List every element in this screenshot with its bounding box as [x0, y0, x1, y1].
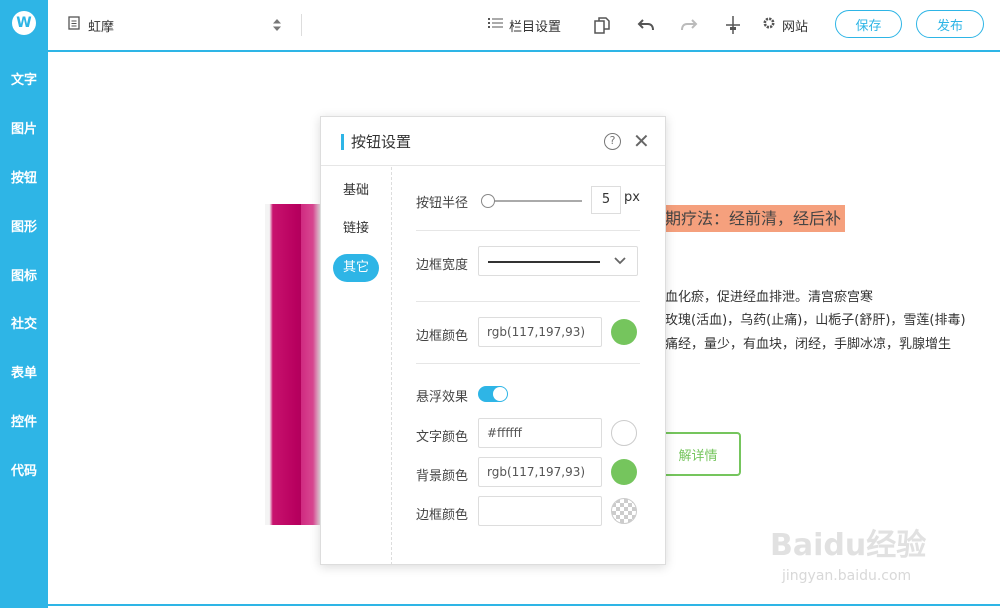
- top-toolbar: 虹摩 栏目设置 网站 保存 发布: [48, 0, 1000, 50]
- sidebar-item-button[interactable]: 按钮: [0, 167, 48, 191]
- bg-color-swatch[interactable]: [611, 459, 637, 485]
- border-width-select[interactable]: [478, 246, 638, 276]
- sidebar-item-control[interactable]: 控件: [0, 411, 48, 435]
- undo-icon[interactable]: [637, 0, 655, 50]
- sidebar-item-icon[interactable]: 图标: [0, 265, 48, 289]
- website-label: 网站: [782, 19, 809, 35]
- dialog-divider: [391, 167, 392, 565]
- tab-link[interactable]: 链接: [333, 215, 379, 243]
- tab-basic[interactable]: 基础: [333, 177, 379, 205]
- page-title: 虹摩: [88, 19, 115, 35]
- hover-border-color-input[interactable]: [478, 496, 602, 526]
- hover-effect-toggle[interactable]: [478, 386, 508, 402]
- website-button[interactable]: 网站: [762, 0, 808, 50]
- hover-effect-label: 悬浮效果: [416, 390, 469, 405]
- learn-more-button[interactable]: 解详情: [655, 432, 741, 476]
- solid-line-preview: [488, 261, 600, 263]
- content-line[interactable]: 痛经，量少，有血块，闭经，手脚冰凉，乳腺增生: [665, 333, 951, 352]
- dialog-header: 按钮设置 ? ✕: [321, 117, 665, 166]
- sidebar: W 文字 图片 按钮 图形 图标 社交 表单 控件 代码: [0, 0, 48, 608]
- text-color-swatch[interactable]: [611, 420, 637, 446]
- sidebar-item-image[interactable]: 图片: [0, 118, 48, 142]
- page-icon: [68, 16, 80, 34]
- separator: [416, 363, 640, 364]
- list-icon: [488, 17, 503, 33]
- copy-icon[interactable]: [594, 0, 610, 50]
- button-radius-label: 按钮半径: [416, 196, 469, 211]
- header-divider: [301, 14, 302, 36]
- tab-other[interactable]: 其它: [333, 254, 379, 282]
- column-settings-label: 栏目设置: [509, 19, 562, 35]
- border-width-label: 边框宽度: [416, 258, 469, 273]
- gear-icon: [762, 16, 776, 34]
- dialog-title: 按钮设置: [351, 133, 412, 151]
- chevron-down-icon: [613, 252, 627, 273]
- border-color-input[interactable]: rgb(117,197,93): [478, 317, 602, 347]
- title-accent-bar: [341, 134, 344, 150]
- watermark-logo: Baidu经验: [770, 528, 927, 563]
- separator: [416, 301, 640, 302]
- radius-input[interactable]: 5: [591, 186, 621, 214]
- watermark-url: jingyan.baidu.com: [782, 568, 912, 584]
- header-accent-line: [48, 50, 1000, 52]
- bg-color-label: 背景颜色: [416, 469, 469, 484]
- product-image[interactable]: [265, 204, 321, 525]
- sidebar-item-form[interactable]: 表单: [0, 362, 48, 386]
- radius-slider-thumb[interactable]: [481, 194, 495, 208]
- border-color-swatch[interactable]: [611, 319, 637, 345]
- radius-slider-track[interactable]: [484, 200, 582, 202]
- text-color-input[interactable]: #ffffff: [478, 418, 602, 448]
- sort-arrows-icon[interactable]: [272, 0, 282, 50]
- sidebar-item-code[interactable]: 代码: [0, 460, 48, 484]
- hover-border-color-label: 边框颜色: [416, 508, 469, 523]
- app-logo[interactable]: W: [12, 11, 36, 35]
- button-settings-dialog: 按钮设置 ? ✕ 基础 链接 其它 按钮半径 5 px 边框宽度 边框颜色 rg…: [320, 116, 666, 565]
- transparent-color-swatch[interactable]: [611, 498, 637, 524]
- content-headline[interactable]: 期疗法：经前清，经后补: [665, 205, 846, 232]
- text-color-label: 文字颜色: [416, 430, 469, 445]
- radius-unit: px: [624, 190, 640, 205]
- column-settings-button[interactable]: 栏目设置: [488, 0, 561, 50]
- editor-app: W 文字 图片 按钮 图形 图标 社交 表单 控件 代码 虹摩 栏目设置 网站 …: [0, 0, 1000, 608]
- border-color-label: 边框颜色: [416, 329, 469, 344]
- save-button[interactable]: 保存: [835, 10, 902, 38]
- footer-accent-line: [48, 604, 1000, 606]
- close-icon[interactable]: ✕: [633, 129, 650, 153]
- page-selector[interactable]: 虹摩: [68, 0, 114, 50]
- sidebar-item-text[interactable]: 文字: [0, 69, 48, 93]
- sidebar-item-shape[interactable]: 图形: [0, 216, 48, 240]
- sidebar-item-social[interactable]: 社交: [0, 313, 48, 337]
- separator: [416, 230, 640, 231]
- publish-button[interactable]: 发布: [916, 10, 984, 38]
- content-line[interactable]: 玫瑰(活血)，乌药(止痛)，山栀子(舒肝)，雪莲(排毒): [665, 309, 966, 328]
- content-line[interactable]: 血化瘀，促进经血排泄。清宫瘀宫寒: [665, 286, 873, 305]
- split-icon[interactable]: [725, 0, 741, 50]
- help-icon[interactable]: ?: [604, 133, 621, 150]
- redo-icon[interactable]: [680, 0, 698, 50]
- bg-color-input[interactable]: rgb(117,197,93): [478, 457, 602, 487]
